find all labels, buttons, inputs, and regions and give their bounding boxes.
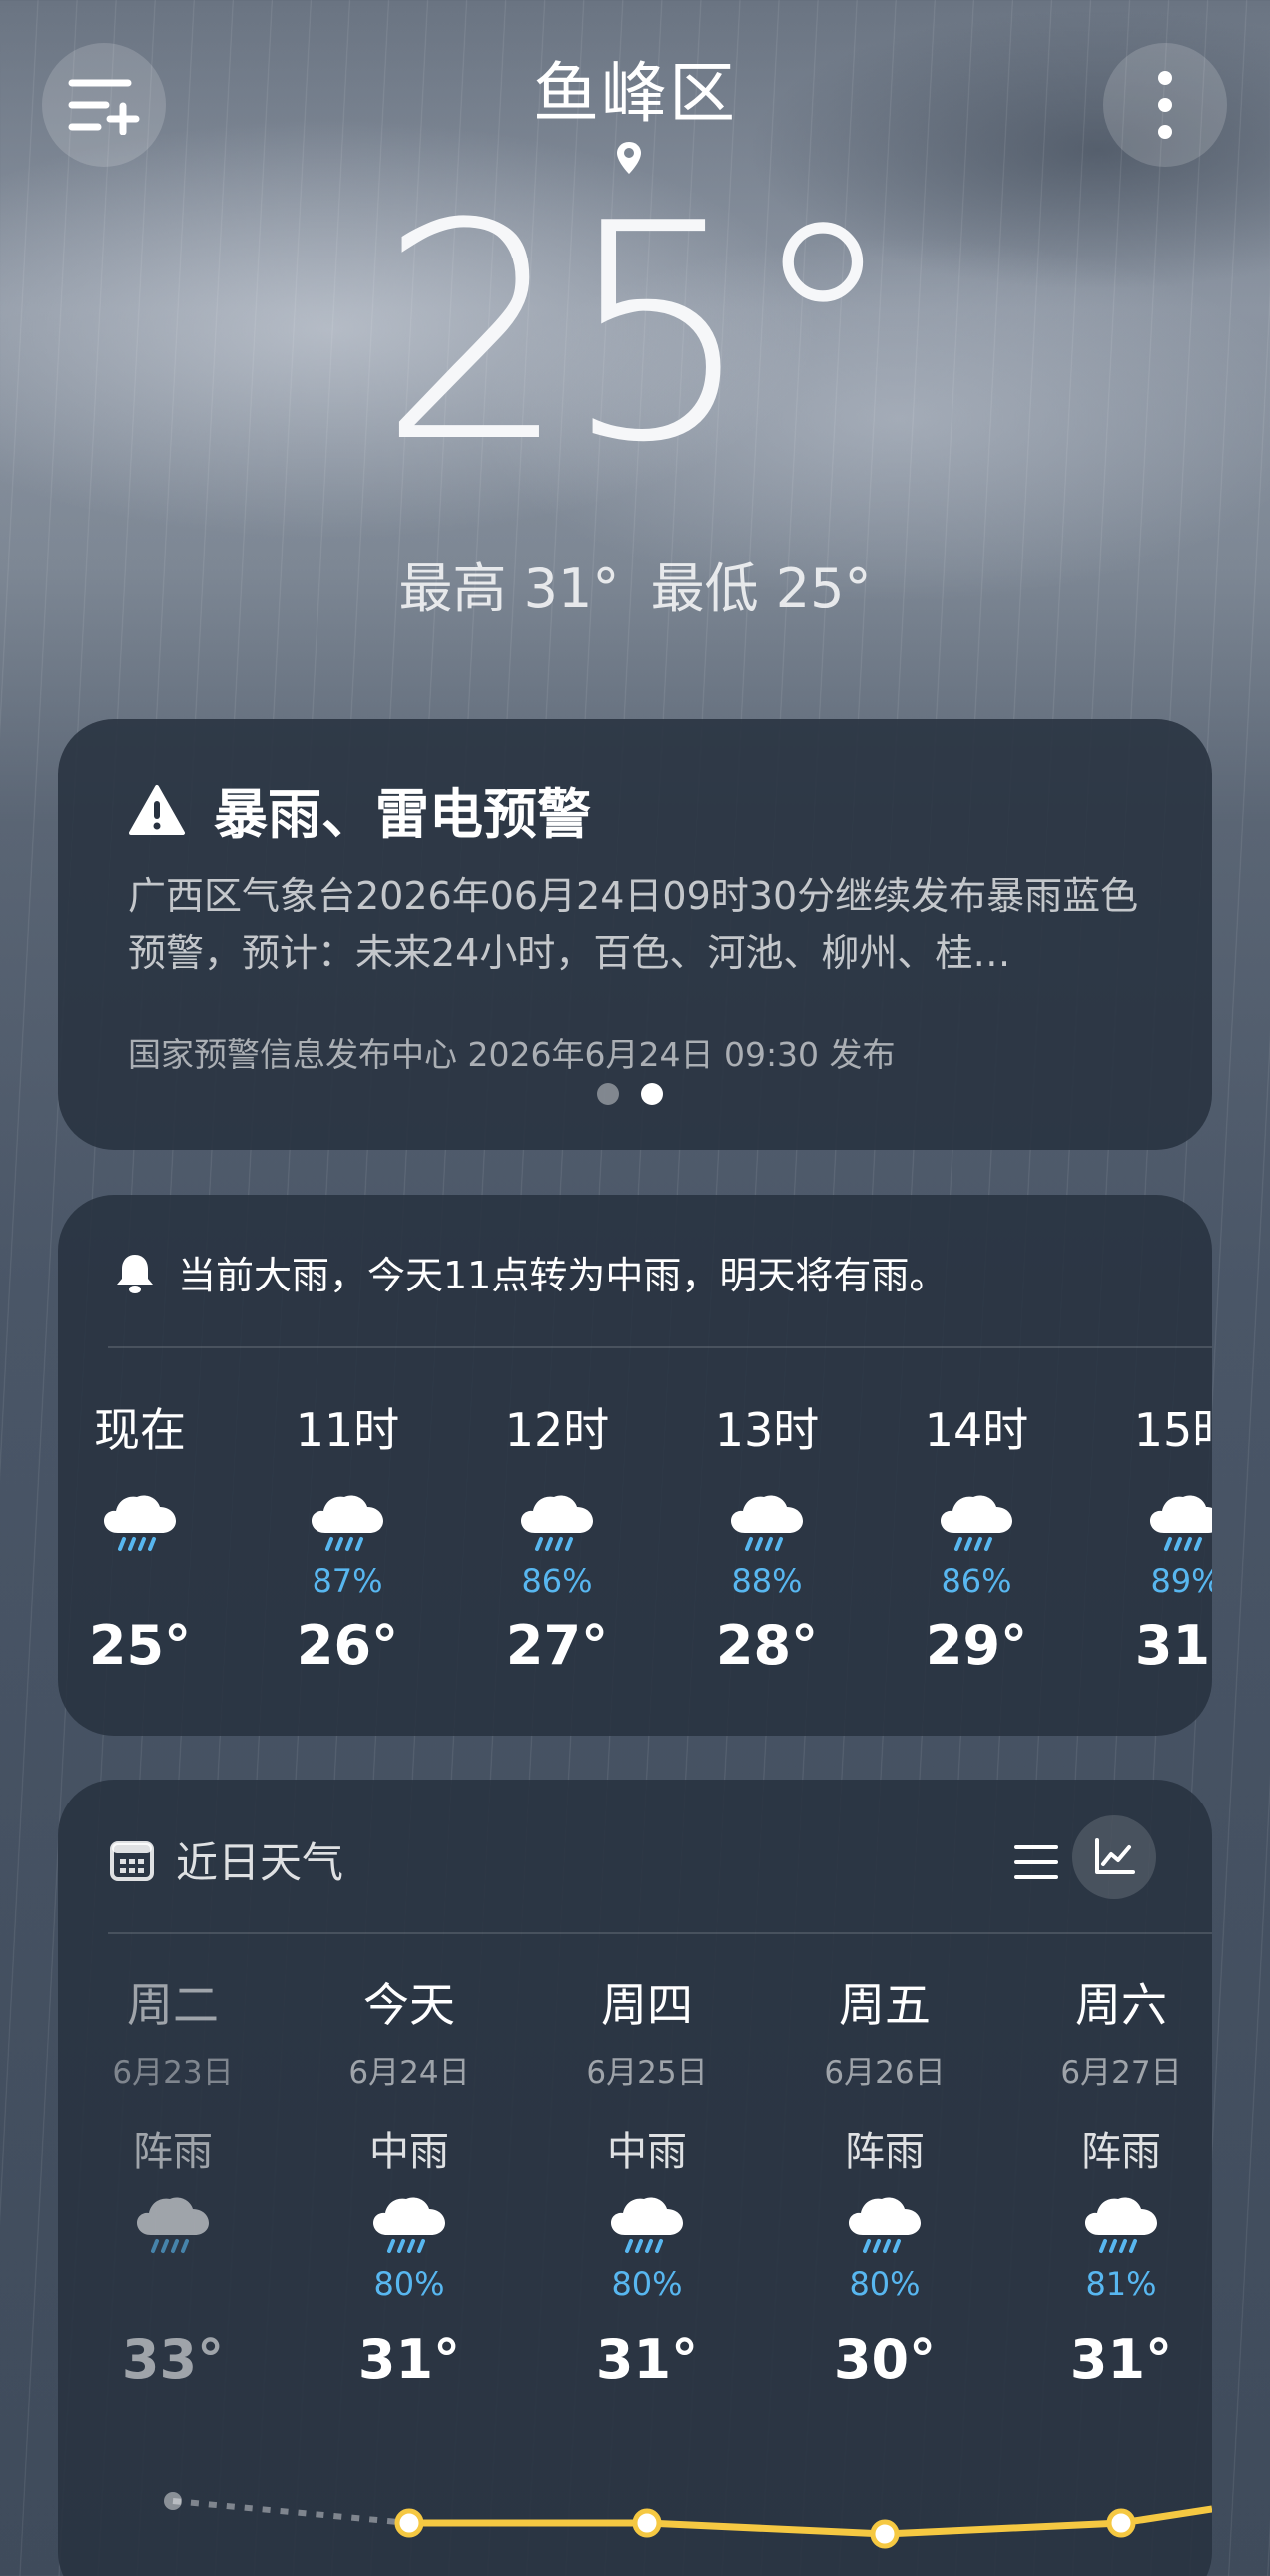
rain-cloud-icon [104,1495,176,1551]
page-dot[interactable] [597,1083,619,1105]
trend-point [1106,2508,1136,2538]
hourly-item: 14时 86% 29° [897,1394,1056,1714]
daily-item[interactable]: 周五 6月26日 阵雨 80% 30° [785,1969,984,2488]
hourly-item: 12时 86% 27° [477,1394,637,1714]
divider [108,1932,1212,1934]
trend-point [632,2508,662,2538]
page-dot-active[interactable] [641,1083,663,1105]
day-condition: 阵雨 [845,2129,925,2175]
day-condition: 阵雨 [133,2129,213,2175]
city-name[interactable]: 鱼峰区 [0,40,1270,136]
alert-source: 国家预警信息发布中心 2026年6月24日 09:30 发布 [128,1035,896,1074]
trend-point [164,2492,182,2510]
day-precip: 80% [373,2265,445,2303]
rain-cloud-icon [941,1495,1012,1551]
hour-temp: 28° [715,1614,819,1677]
day-date: 6月27日 [1060,2055,1182,2091]
hourly-summary-text: 当前大雨，今天11点转为中雨，明天将有雨。 [178,1254,948,1297]
low-temp: 最低 25° [650,557,872,620]
daily-item[interactable]: 今天 6月24日 中雨 80% 31° [310,1969,509,2488]
daily-item[interactable]: 周六 6月27日 阵雨 81% 31° [1021,1969,1212,2488]
hourly-summary: 当前大雨，今天11点转为中雨，明天将有雨。 [114,1245,947,1299]
rain-cloud-icon [1150,1495,1212,1551]
day-precip: 80% [611,2265,683,2303]
daily-header: 近日天气 [110,1829,343,1890]
day-name: 周六 [1075,1978,1167,2032]
hourly-item: 现在 25° [60,1394,220,1714]
day-name: 周四 [601,1978,693,2032]
weather-alert-card[interactable]: 暴雨、雷电预警 广西区气象台2026年06月24日09时30分继续发布暴雨蓝色预… [58,719,1212,1150]
day-name: 周二 [127,1978,219,2032]
alert-body: 广西区气象台2026年06月24日09时30分继续发布暴雨蓝色预警，预计：未来2… [128,874,1139,975]
hour-precip: 87% [312,1562,383,1600]
day-high-temp: 30° [833,2328,937,2391]
trend-point [394,2508,424,2538]
hour-precip: 88% [731,1562,803,1600]
day-condition: 中雨 [607,2129,687,2175]
hour-temp: 29° [925,1614,1028,1677]
hour-time: 现在 [94,1403,186,1457]
rain-cloud-icon [611,2197,683,2253]
rain-cloud-icon [849,2197,921,2253]
alert-page-indicator[interactable] [597,1083,663,1105]
hourly-item: 15时 89% 31° [1106,1394,1212,1714]
daily-title-text: 近日天气 [176,1838,344,1887]
hour-temp: 27° [505,1614,609,1677]
trend-point [870,2519,900,2549]
temperature-trend-chart [164,2492,1212,2549]
day-date: 6月23日 [112,2055,234,2091]
day-precip: 81% [1085,2265,1157,2303]
rain-cloud-icon [137,2197,209,2253]
calendar-icon [110,1840,154,1881]
rain-cloud-icon [731,1495,803,1551]
line-chart-icon [1095,1838,1135,1874]
chart-view-button[interactable] [1072,1815,1156,1899]
hour-temp: 31° [1134,1614,1212,1677]
hourly-item: 11时 87% 26° [268,1394,427,1714]
hour-time: 14时 [924,1403,1029,1457]
hour-temp: 26° [296,1614,399,1677]
high-low-temps: 最高 31° 最低 25° [0,544,1270,623]
day-date: 6月24日 [348,2055,470,2091]
divider [108,1346,1212,1348]
hour-time: 15时 [1133,1403,1212,1457]
day-high-temp: 31° [1069,2328,1173,2391]
hourly-forecast-card[interactable]: 当前大雨，今天11点转为中雨，明天将有雨。 现在 25° 11时 87% 26°… [58,1195,1212,1736]
rain-cloud-icon [1085,2197,1157,2253]
hour-time: 13时 [714,1403,820,1457]
hour-precip: 86% [521,1562,593,1600]
daily-item[interactable]: 周四 6月25日 中雨 80% 31° [547,1969,747,2488]
hour-time: 12时 [504,1403,610,1457]
alert-title: 暴雨、雷电预警 [214,783,591,846]
past-trend-line [172,2498,410,2526]
current-temperature: 25° [378,160,898,508]
list-view-icon [1014,1845,1058,1879]
hour-time: 11时 [295,1403,400,1457]
alert-header: 暴雨、雷电预警 [128,771,591,849]
daily-item[interactable]: 周二 6月23日 阵雨 33° [73,1969,273,2488]
day-name: 周五 [839,1978,931,2032]
warning-triangle-icon [129,784,185,835]
rain-cloud-icon [521,1495,593,1551]
day-condition: 阵雨 [1081,2129,1161,2175]
list-view-button[interactable] [991,1817,1081,1907]
day-precip: 80% [849,2265,921,2303]
hourly-item: 13时 88% 28° [687,1394,847,1714]
day-high-temp: 31° [595,2328,699,2391]
trend-line [409,2505,1212,2538]
high-temp: 最高 31° [398,557,620,620]
rain-cloud-icon [373,2197,445,2253]
hour-temp: 25° [88,1614,192,1677]
hour-precip: 89% [1150,1562,1212,1600]
day-high-temp: 31° [357,2328,461,2391]
rain-cloud-icon [312,1495,383,1551]
day-high-temp: 33° [121,2328,225,2391]
day-name: 今天 [363,1978,455,2032]
day-date: 6月25日 [586,2055,708,2091]
hour-precip: 86% [941,1562,1012,1600]
day-date: 6月26日 [824,2055,946,2091]
bell-icon [117,1254,153,1293]
daily-forecast-card[interactable]: 近日天气 周二 6月23日 阵雨 33° 今天 6月24日 中雨 80% 31°… [58,1780,1212,2576]
day-condition: 中雨 [369,2129,449,2175]
